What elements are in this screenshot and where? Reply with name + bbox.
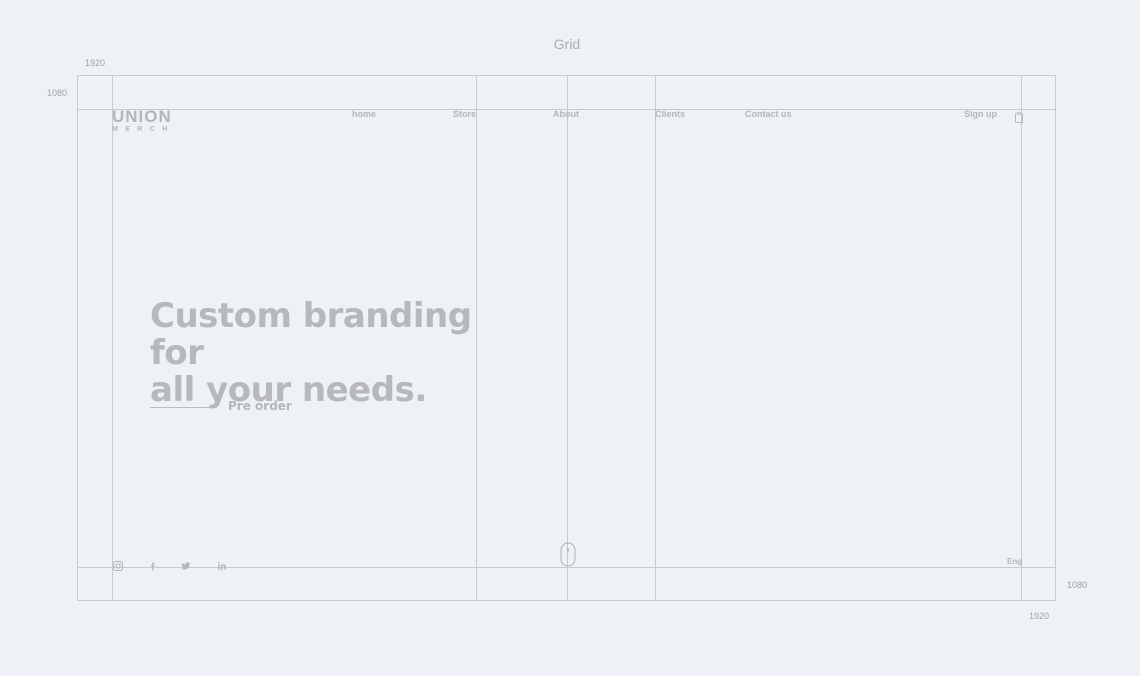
facebook-icon[interactable] bbox=[147, 557, 159, 571]
language-selector[interactable]: Eng bbox=[1007, 557, 1022, 566]
height-label-left: 1080 bbox=[47, 88, 68, 98]
logo[interactable]: UNION MERCH bbox=[112, 108, 176, 134]
nav-contact[interactable]: Contact us bbox=[745, 109, 792, 119]
nav-store[interactable]: Store bbox=[453, 109, 476, 119]
cta-underline bbox=[150, 407, 213, 408]
width-label-top: 1920 bbox=[85, 58, 106, 68]
hero-title-line-1: Custom branding for bbox=[150, 296, 472, 373]
page-title: Grid bbox=[553, 36, 581, 52]
height-label-right: 1080 bbox=[1067, 580, 1088, 590]
instagram-icon[interactable] bbox=[112, 557, 124, 571]
nav-home[interactable]: home bbox=[352, 109, 376, 119]
mouse-scroll-icon[interactable] bbox=[559, 541, 577, 568]
twitter-icon[interactable] bbox=[180, 557, 192, 570]
logo-main-text: UNION bbox=[112, 107, 172, 126]
hero-title: Custom branding for all your needs. bbox=[150, 298, 490, 409]
linkedin-icon[interactable] bbox=[216, 557, 228, 570]
shopping-bag-icon[interactable] bbox=[1013, 109, 1025, 123]
grid-guide-vertical bbox=[655, 75, 656, 601]
grid-guide-vertical bbox=[1021, 75, 1022, 601]
grid-guide-vertical bbox=[112, 75, 113, 601]
pre-order-button[interactable]: Pre order bbox=[228, 399, 292, 413]
grid-guide-vertical bbox=[567, 75, 568, 601]
hero-title-line-2: all your needs. bbox=[150, 370, 427, 410]
logo-sub-text: MERCH bbox=[112, 126, 175, 133]
nav-about[interactable]: About bbox=[553, 109, 579, 119]
sign-up-link[interactable]: Sign up bbox=[964, 109, 997, 119]
nav-clients[interactable]: Clients bbox=[655, 109, 685, 119]
width-label-bottom: 1920 bbox=[1029, 611, 1050, 621]
